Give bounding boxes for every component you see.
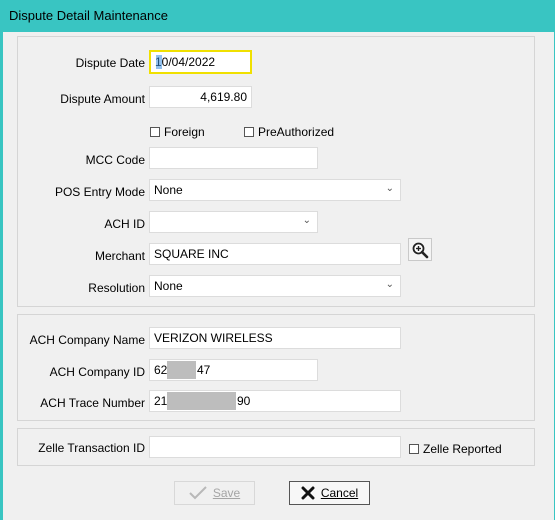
dispute-amount-label: Dispute Amount — [60, 92, 145, 106]
chevron-down-icon[interactable]: ⌄ — [303, 215, 311, 226]
window-client-area: Dispute Date 10/04/2022 Dispute Amount 4… — [3, 32, 554, 520]
merchant-field[interactable]: SQUARE INC — [149, 243, 401, 265]
foreign-checkbox-label: Foreign — [164, 125, 205, 139]
pos-entry-mode-value: None — [154, 183, 183, 197]
zelle-reported-checkbox-label: Zelle Reported — [423, 442, 502, 456]
cancel-button[interactable]: Cancel — [289, 481, 370, 505]
preauthorized-checkbox-label: PreAuthorized — [258, 125, 335, 139]
redaction-block — [167, 392, 236, 410]
zelle-transaction-id-field[interactable] — [149, 436, 401, 458]
preauthorized-checkbox-box[interactable] — [244, 127, 254, 137]
dispute-group — [17, 36, 535, 307]
ach-trace-number-suffix: 90 — [237, 394, 251, 408]
ach-trace-number-label: ACH Trace Number — [40, 396, 145, 410]
pos-entry-mode-select[interactable]: None ⌄ — [149, 179, 401, 201]
ach-company-id-field[interactable]: 62 47 — [149, 359, 318, 381]
ach-company-name-field[interactable]: VERIZON WIRELESS — [149, 327, 401, 349]
text-cursor — [156, 55, 162, 69]
chevron-down-icon[interactable]: ⌄ — [386, 279, 394, 290]
ach-company-name-value: VERIZON WIRELESS — [154, 331, 273, 345]
pos-entry-mode-label: POS Entry Mode — [54, 185, 145, 199]
dispute-date-value: 10/04/2022 — [155, 55, 216, 69]
merchant-value: SQUARE INC — [154, 247, 229, 261]
ach-trace-number-prefix: 21 — [154, 394, 168, 408]
merchant-search-button[interactable] — [408, 238, 432, 261]
foreign-checkbox-box[interactable] — [150, 127, 160, 137]
ach-company-name-label: ACH Company Name — [29, 333, 145, 347]
window-title: Dispute Detail Maintenance — [9, 8, 168, 23]
dispute-amount-value: 4,619.80 — [200, 90, 247, 104]
zelle-reported-checkbox[interactable]: Zelle Reported — [409, 442, 502, 456]
ach-id-label: ACH ID — [104, 217, 145, 231]
save-button-label: Save — [212, 486, 241, 500]
mcc-code-field[interactable] — [149, 147, 318, 169]
ach-trace-number-field[interactable]: 21 90 — [149, 390, 401, 412]
save-button[interactable]: Save — [174, 481, 255, 505]
dispute-detail-window: Dispute Detail Maintenance Dispute Date … — [0, 0, 555, 520]
ach-company-id-prefix: 62 — [154, 363, 168, 377]
ach-company-id-suffix: 47 — [197, 363, 211, 377]
chevron-down-icon[interactable]: ⌄ — [386, 183, 394, 194]
magnifier-plus-icon — [412, 242, 429, 258]
x-icon — [301, 486, 315, 500]
mcc-code-label: MCC Code — [85, 153, 145, 167]
redaction-block — [167, 361, 196, 379]
merchant-label: Merchant — [94, 249, 145, 263]
ach-id-select[interactable]: ⌄ — [149, 211, 318, 233]
cancel-button-label: Cancel — [320, 486, 359, 500]
resolution-label: Resolution — [88, 281, 145, 295]
checkmark-icon — [189, 486, 207, 500]
dispute-amount-field[interactable]: 4,619.80 — [149, 86, 252, 108]
dispute-date-label: Dispute Date — [75, 56, 145, 70]
dispute-date-field[interactable]: 10/04/2022 — [149, 50, 252, 74]
zelle-reported-checkbox-box[interactable] — [409, 444, 419, 454]
preauthorized-checkbox[interactable]: PreAuthorized — [244, 125, 334, 139]
title-bar: Dispute Detail Maintenance — [0, 0, 555, 32]
foreign-checkbox[interactable]: Foreign — [150, 125, 205, 139]
resolution-select[interactable]: None ⌄ — [149, 275, 401, 297]
resolution-value: None — [154, 279, 183, 293]
ach-company-id-label: ACH Company ID — [49, 365, 145, 379]
zelle-transaction-id-label: Zelle Transaction ID — [38, 441, 145, 455]
